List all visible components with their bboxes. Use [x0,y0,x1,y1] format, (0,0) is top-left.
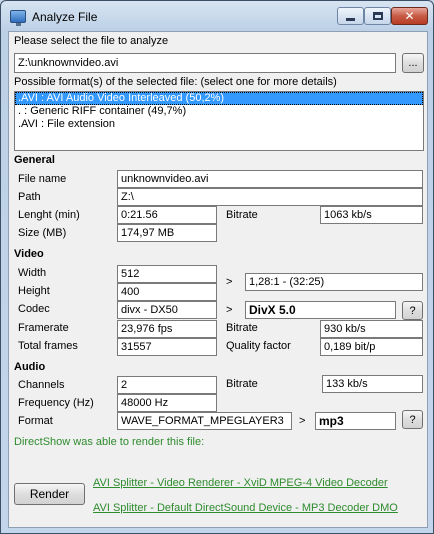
framerate-field[interactable]: 23,976 fps [117,320,217,338]
render-button[interactable]: Render [14,483,85,505]
width-field[interactable]: 512 [117,265,217,283]
formats-label: Possible format(s) of the selected file:… [14,76,337,88]
codec-help-button[interactable]: ? [402,301,423,320]
list-item[interactable]: .AVI : AVI Audio Video Interleaved (50,2… [15,92,423,105]
length-label: Lenght (min) [18,209,80,221]
aspect-arrow: > [226,276,233,288]
channels-field[interactable]: 2 [117,376,217,394]
video-bitrate-label: Bitrate [226,322,258,334]
list-item[interactable]: .AVI : File extension [15,118,423,131]
audio-format-field[interactable]: WAVE_FORMAT_MPEGLAYER3 [117,412,292,430]
directshow-message: DirectShow was able to render this file: [14,436,205,448]
framerate-label: Framerate [18,322,69,334]
audio-format-name-field[interactable]: mp3 [315,412,396,430]
aspect-ratio-field[interactable]: 1,28:1 - (32:25) [245,273,423,291]
file-name-field[interactable]: unknownvideo.avi [117,170,423,188]
close-icon: ✕ [404,9,415,23]
dialog-body: Please select the file to analyze Z:\unk… [8,31,428,528]
codec-arrow: > [226,304,233,316]
audio-heading: Audio [14,361,46,373]
codec-field[interactable]: divx - DX50 [117,301,217,319]
audio-format-arrow: > [299,415,306,427]
browse-button[interactable]: ... [402,53,424,73]
close-button[interactable]: ✕ [391,7,428,25]
audio-format-label: Format [18,415,53,427]
audio-bitrate-field[interactable]: 133 kb/s [322,375,423,393]
general-bitrate-field[interactable]: 1063 kb/s [320,206,423,224]
size-field[interactable]: 174,97 MB [117,224,217,242]
channels-label: Channels [18,379,65,391]
general-bitrate-label: Bitrate [226,209,258,221]
maximize-button[interactable] [364,7,391,25]
minimize-icon [346,17,355,21]
size-label: Size (MB) [18,227,67,239]
frequency-label: Frequency (Hz) [18,397,94,409]
formats-listbox[interactable]: .AVI : AVI Audio Video Interleaved (50,2… [14,91,424,151]
window-title: Analyze File [32,10,98,24]
path-field[interactable]: Z:\ [117,188,423,206]
video-heading: Video [14,248,44,260]
file-name-label: File name [18,173,67,185]
total-frames-field[interactable]: 31557 [117,338,217,356]
length-field[interactable]: 0:21.56 [117,206,217,224]
minimize-button[interactable] [337,7,364,25]
general-heading: General [14,154,55,166]
video-filter-chain-link[interactable]: AVI Splitter - Video Renderer - XviD MPE… [93,477,388,489]
list-item[interactable]: . : Generic RIFF container (49,7%) [15,105,423,118]
audio-filter-chain-link[interactable]: AVI Splitter - Default DirectSound Devic… [93,502,398,514]
title-bar[interactable]: Analyze File ✕ [1,1,433,31]
height-field[interactable]: 400 [117,283,217,301]
codec-name-field[interactable]: DivX 5.0 [245,301,396,319]
audio-bitrate-label: Bitrate [226,378,258,390]
width-label: Width [18,267,47,279]
quality-factor-label: Quality factor [226,340,291,352]
height-label: Height [18,285,50,297]
path-label: Path [18,191,41,203]
maximize-icon [372,12,383,20]
codec-label: Codec [18,303,50,315]
audio-help-button[interactable]: ? [402,410,423,429]
quality-factor-field[interactable]: 0,189 bit/p [320,338,423,356]
monitor-icon [10,10,26,26]
frequency-field[interactable]: 48000 Hz [117,394,217,412]
total-frames-label: Total frames [18,340,78,352]
file-prompt-label: Please select the file to analyze [14,35,169,47]
analyze-file-window: Analyze File ✕ Please select the file to… [0,0,434,534]
file-path-input[interactable]: Z:\unknownvideo.avi [14,53,396,73]
video-bitrate-field[interactable]: 930 kb/s [320,320,423,338]
